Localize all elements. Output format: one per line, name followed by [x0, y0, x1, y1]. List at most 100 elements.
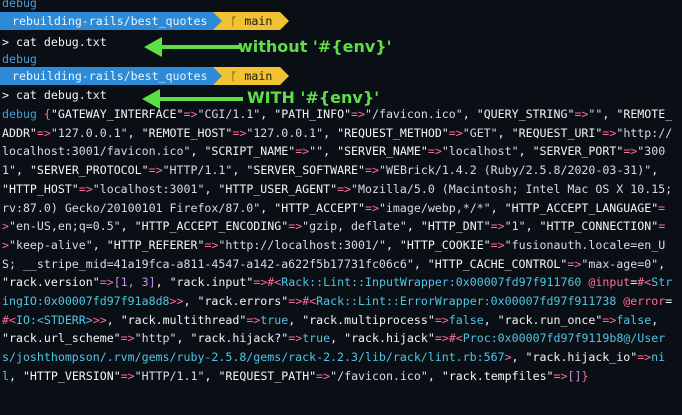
output-token: "rack.multiprocess" — [302, 312, 435, 327]
output-token: false — [616, 312, 652, 327]
output-token: "max-age=0" — [581, 256, 659, 271]
shell-prompt: rebuilding-rails/best_quotes ᚴ main — [0, 12, 290, 30]
output-token: "GET" — [462, 125, 498, 140]
output-token: debug — [2, 107, 44, 121]
output-token: , — [511, 350, 526, 365]
output-token: :0x00007fd97f91a8d8 — [36, 294, 170, 309]
output-token: => — [602, 312, 617, 327]
output-token: => — [295, 144, 310, 159]
output-token: "HTTP_USER_AGENT" — [218, 181, 338, 196]
output-token: "SERVER_SOFTWARE" — [246, 163, 366, 178]
output-token: => — [99, 275, 114, 290]
branch-name: main — [244, 69, 273, 83]
prompt-path: rebuilding-rails/best_quotes — [0, 67, 214, 85]
output-token: => — [36, 125, 51, 140]
branch-name: main — [244, 14, 273, 28]
output-token: , — [260, 107, 275, 121]
output-token: "" — [309, 144, 324, 159]
output-token: "rack.errors" — [197, 294, 289, 309]
shell-prompt: rebuilding-rails/best_quotes ᚴ main — [0, 67, 290, 85]
output-token: , — [120, 219, 135, 234]
powerline-separator — [280, 12, 290, 30]
command-text: cat debug.txt — [15, 35, 107, 49]
output-token: "127.0.0.1" — [246, 125, 324, 140]
output-token: , — [204, 368, 219, 383]
output-token: , — [413, 256, 428, 271]
output-token: , — [330, 331, 345, 346]
output-token: "en-US,en;q=0.5" — [8, 219, 121, 234]
output-token: :0x00007fd97f911738 — [483, 294, 624, 309]
prompt-symbol: > — [2, 35, 16, 49]
git-branch-icon: ᚴ — [230, 69, 238, 83]
output-token: "HTTP_CONNECTION" — [539, 219, 659, 234]
output-token: => — [204, 237, 219, 252]
output-token: => — [637, 350, 652, 365]
output-token: "rack.hijack?" — [190, 331, 289, 346]
output-token: , — [155, 275, 170, 290]
powerline-separator — [213, 12, 223, 30]
output-token: "PATH_INFO" — [274, 107, 352, 121]
output-token: true — [260, 312, 289, 327]
green-arrow-icon — [142, 89, 243, 109]
output-token: , — [427, 368, 442, 383]
output-token: { — [43, 107, 51, 121]
output-token: , — [127, 125, 142, 140]
output-token: true — [302, 331, 331, 346]
prompt-symbol: > — [2, 88, 16, 102]
output-token: Proc — [462, 331, 491, 346]
output-token: "REQUEST_URI" — [511, 125, 603, 140]
output-token: => — [120, 331, 135, 346]
output-token: => — [288, 219, 303, 234]
output-token: => — [316, 368, 331, 383]
output-token: "HTTP_HOST" — [2, 181, 79, 196]
output-token: , — [176, 331, 191, 346]
output-token: => — [120, 368, 135, 383]
output-token: , — [323, 125, 338, 140]
output-token: "http" — [134, 331, 177, 346]
output-token: "SERVER_PORT" — [532, 144, 624, 159]
output-token: "" — [588, 107, 603, 121]
output-token: > — [504, 350, 512, 365]
output-token: [1, 3] — [113, 275, 156, 290]
output-token: "HTTP_REFERER" — [106, 237, 205, 252]
git-branch-icon: ᚴ — [230, 14, 238, 28]
output-token: => — [288, 331, 303, 346]
output-token: => — [553, 368, 568, 383]
output-token: "rack.multithread" — [120, 312, 247, 327]
output-token: "SERVER_PROTOCOL" — [29, 163, 149, 178]
output-token: => — [490, 237, 505, 252]
output-token: "rack.input" — [169, 275, 254, 290]
output-token: , — [483, 312, 498, 327]
annotation-with-env: WITH '#{env}' — [247, 88, 380, 107]
output-token: => — [427, 144, 442, 159]
output-token: "gzip, deflate" — [302, 219, 407, 234]
output-token: @error — [623, 294, 666, 309]
output-token: "HTTP_ACCEPT_LANGUAGE" — [504, 200, 659, 215]
output-token: => — [253, 275, 268, 290]
output-token: , — [15, 163, 30, 178]
output-token: => — [364, 200, 379, 215]
green-arrow-icon — [144, 37, 240, 57]
output-token: => — [574, 107, 589, 121]
output-token: >> — [169, 294, 184, 309]
output-token: , — [651, 163, 659, 178]
prompt-git-branch: ᚴ main — [222, 67, 281, 85]
output-token: #< — [448, 331, 463, 346]
output-token: => — [337, 181, 352, 196]
env-dump-output: debug {"GATEWAY_INTERFACE"=>"CGI/1.1", "… — [2, 105, 678, 386]
output-token: Rack::Lint::ErrorWrapper — [316, 294, 484, 309]
output-token: "HTTP/1.1" — [134, 368, 205, 383]
output-token: , — [204, 181, 219, 196]
output-token: => — [288, 294, 303, 309]
output-token: } — [581, 368, 589, 383]
debug-output-line: debug — [2, 0, 37, 10]
powerline-separator — [213, 67, 223, 85]
output-token: , — [651, 312, 659, 327]
output-token: => — [148, 163, 163, 178]
output-token: false — [448, 312, 484, 327]
prompt-git-branch: ᚴ main — [222, 12, 281, 30]
output-token: "localhost:3001" — [92, 181, 205, 196]
output-token: , — [518, 144, 533, 159]
output-token: "WEBrick/1.4.2 (Ruby/2.5.8/2020-03-31)" — [379, 163, 652, 178]
output-token: "1" — [504, 219, 526, 234]
